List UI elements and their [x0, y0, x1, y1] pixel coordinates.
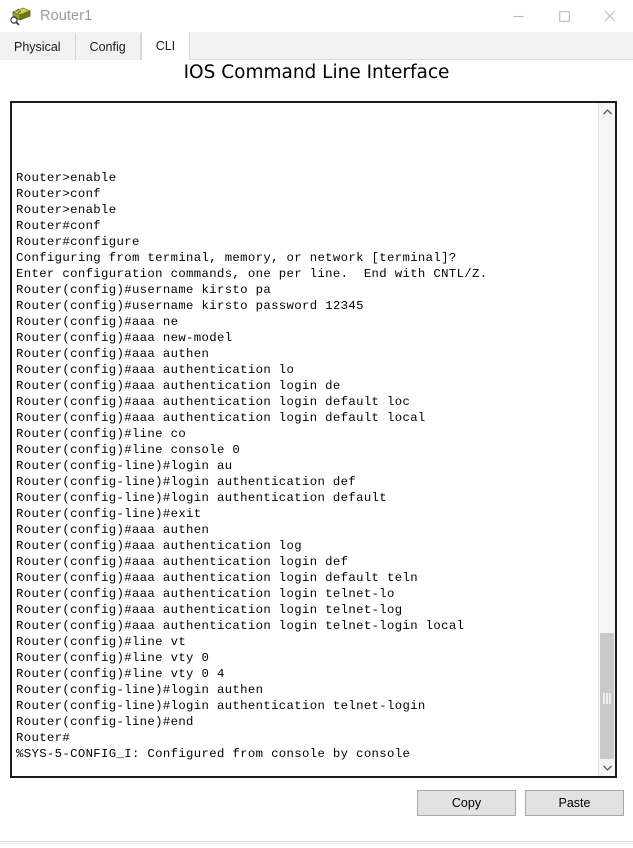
terminal-line: Router(config)#aaa authentication login … [16, 555, 349, 569]
terminal-line: Router(config)#line vty 0 [16, 651, 210, 665]
cli-output[interactable]: Router>enable Router>conf Router>enable Rou… [12, 103, 598, 776]
close-button[interactable] [587, 0, 633, 32]
window-controls [495, 0, 633, 32]
terminal-line: Router(config-line)#end [16, 715, 194, 729]
terminal-line: Router(config)#aaa authentication login … [16, 571, 418, 585]
terminal-line: Router(config)#username kirsto pa [16, 283, 272, 297]
terminal-line: Router>enable [16, 171, 117, 185]
window-bottom-divider [0, 841, 633, 842]
minimize-button[interactable] [495, 0, 541, 32]
terminal-line: Router# [16, 731, 71, 745]
paste-button[interactable]: Paste [525, 790, 624, 816]
terminal-line: Router(config)#aaa authentication lo [16, 363, 295, 377]
terminal-line: Router(config)#aaa authen [16, 523, 210, 537]
terminal-line: Router(config)#aaa new-model [16, 331, 233, 345]
window-bottom-divider-2 [0, 843, 633, 844]
terminal-line: Router(config)#line vty 0 4 [16, 667, 225, 681]
chevron-down-icon[interactable] [599, 759, 615, 776]
terminal-line: Router(config)#aaa authentication login … [16, 379, 341, 393]
maximize-button[interactable] [541, 0, 587, 32]
tab-cli[interactable]: CLI [140, 32, 191, 60]
terminal-line: Router(config)#username kirsto password … [16, 299, 364, 313]
terminal-line: Router(config)#aaa authen [16, 347, 210, 361]
terminal-line: Router(config-line)#login authentication… [16, 475, 357, 489]
terminal-line: Router(config)#line co [16, 427, 187, 441]
terminal-line: Router>enable [16, 203, 117, 217]
terminal-line: Router(config-line)#login au [16, 459, 233, 473]
terminal-line: Enter configuration commands, one per li… [16, 267, 488, 281]
terminal-line: Router#configure [16, 235, 140, 249]
window-titlebar: Router1 [0, 0, 633, 32]
terminal-line: Router(config-line)#login authentication… [16, 491, 388, 505]
tab-config[interactable]: Config [75, 33, 141, 60]
terminal-line: Router(config)#aaa ne [16, 315, 179, 329]
cli-terminal-panel: Router>enable Router>conf Router>enable Rou… [10, 101, 617, 778]
terminal-line: Router(config)#aaa authentication log [16, 539, 302, 553]
scrollbar-track[interactable] [599, 120, 615, 763]
scrollbar-thumb[interactable] [600, 633, 614, 763]
page-title: IOS Command Line Interface [183, 62, 450, 83]
window-title: Router1 [40, 8, 93, 24]
action-buttons: Copy Paste [417, 790, 624, 816]
router-icon [9, 6, 31, 26]
terminal-line: Router>conf [16, 187, 102, 201]
terminal-line: Router(config-line)#login authen [16, 683, 264, 697]
tab-physical[interactable]: Physical [0, 33, 76, 60]
copy-button[interactable]: Copy [417, 790, 516, 816]
terminal-line: Router(config)#aaa authentication login … [16, 587, 395, 601]
terminal-line: Router(config)#aaa authentication login … [16, 619, 465, 633]
terminal-line: Router(config-line)#login authentication… [16, 699, 426, 713]
terminal-line: Router(config)#aaa authentication login … [16, 395, 411, 409]
scrollbar-grip [603, 693, 611, 704]
terminal-line: Router(config)#aaa authentication login … [16, 411, 426, 425]
terminal-line: Router(config-line)#exit [16, 507, 202, 521]
terminal-line: Router(config)#aaa authentication login … [16, 603, 403, 617]
terminal-line: Router(config)#line vt [16, 635, 187, 649]
terminal-line: Router(config)#line console 0 [16, 443, 241, 457]
tabstrip: Physical Config CLI [0, 32, 633, 60]
terminal-line: Router#conf [16, 219, 102, 233]
terminal-line: %SYS-5-CONFIG_I: Configured from console… [16, 747, 411, 761]
chevron-up-icon[interactable] [599, 103, 615, 120]
terminal-line: Configuring from terminal, memory, or ne… [16, 251, 457, 265]
terminal-scrollbar[interactable] [598, 103, 615, 776]
